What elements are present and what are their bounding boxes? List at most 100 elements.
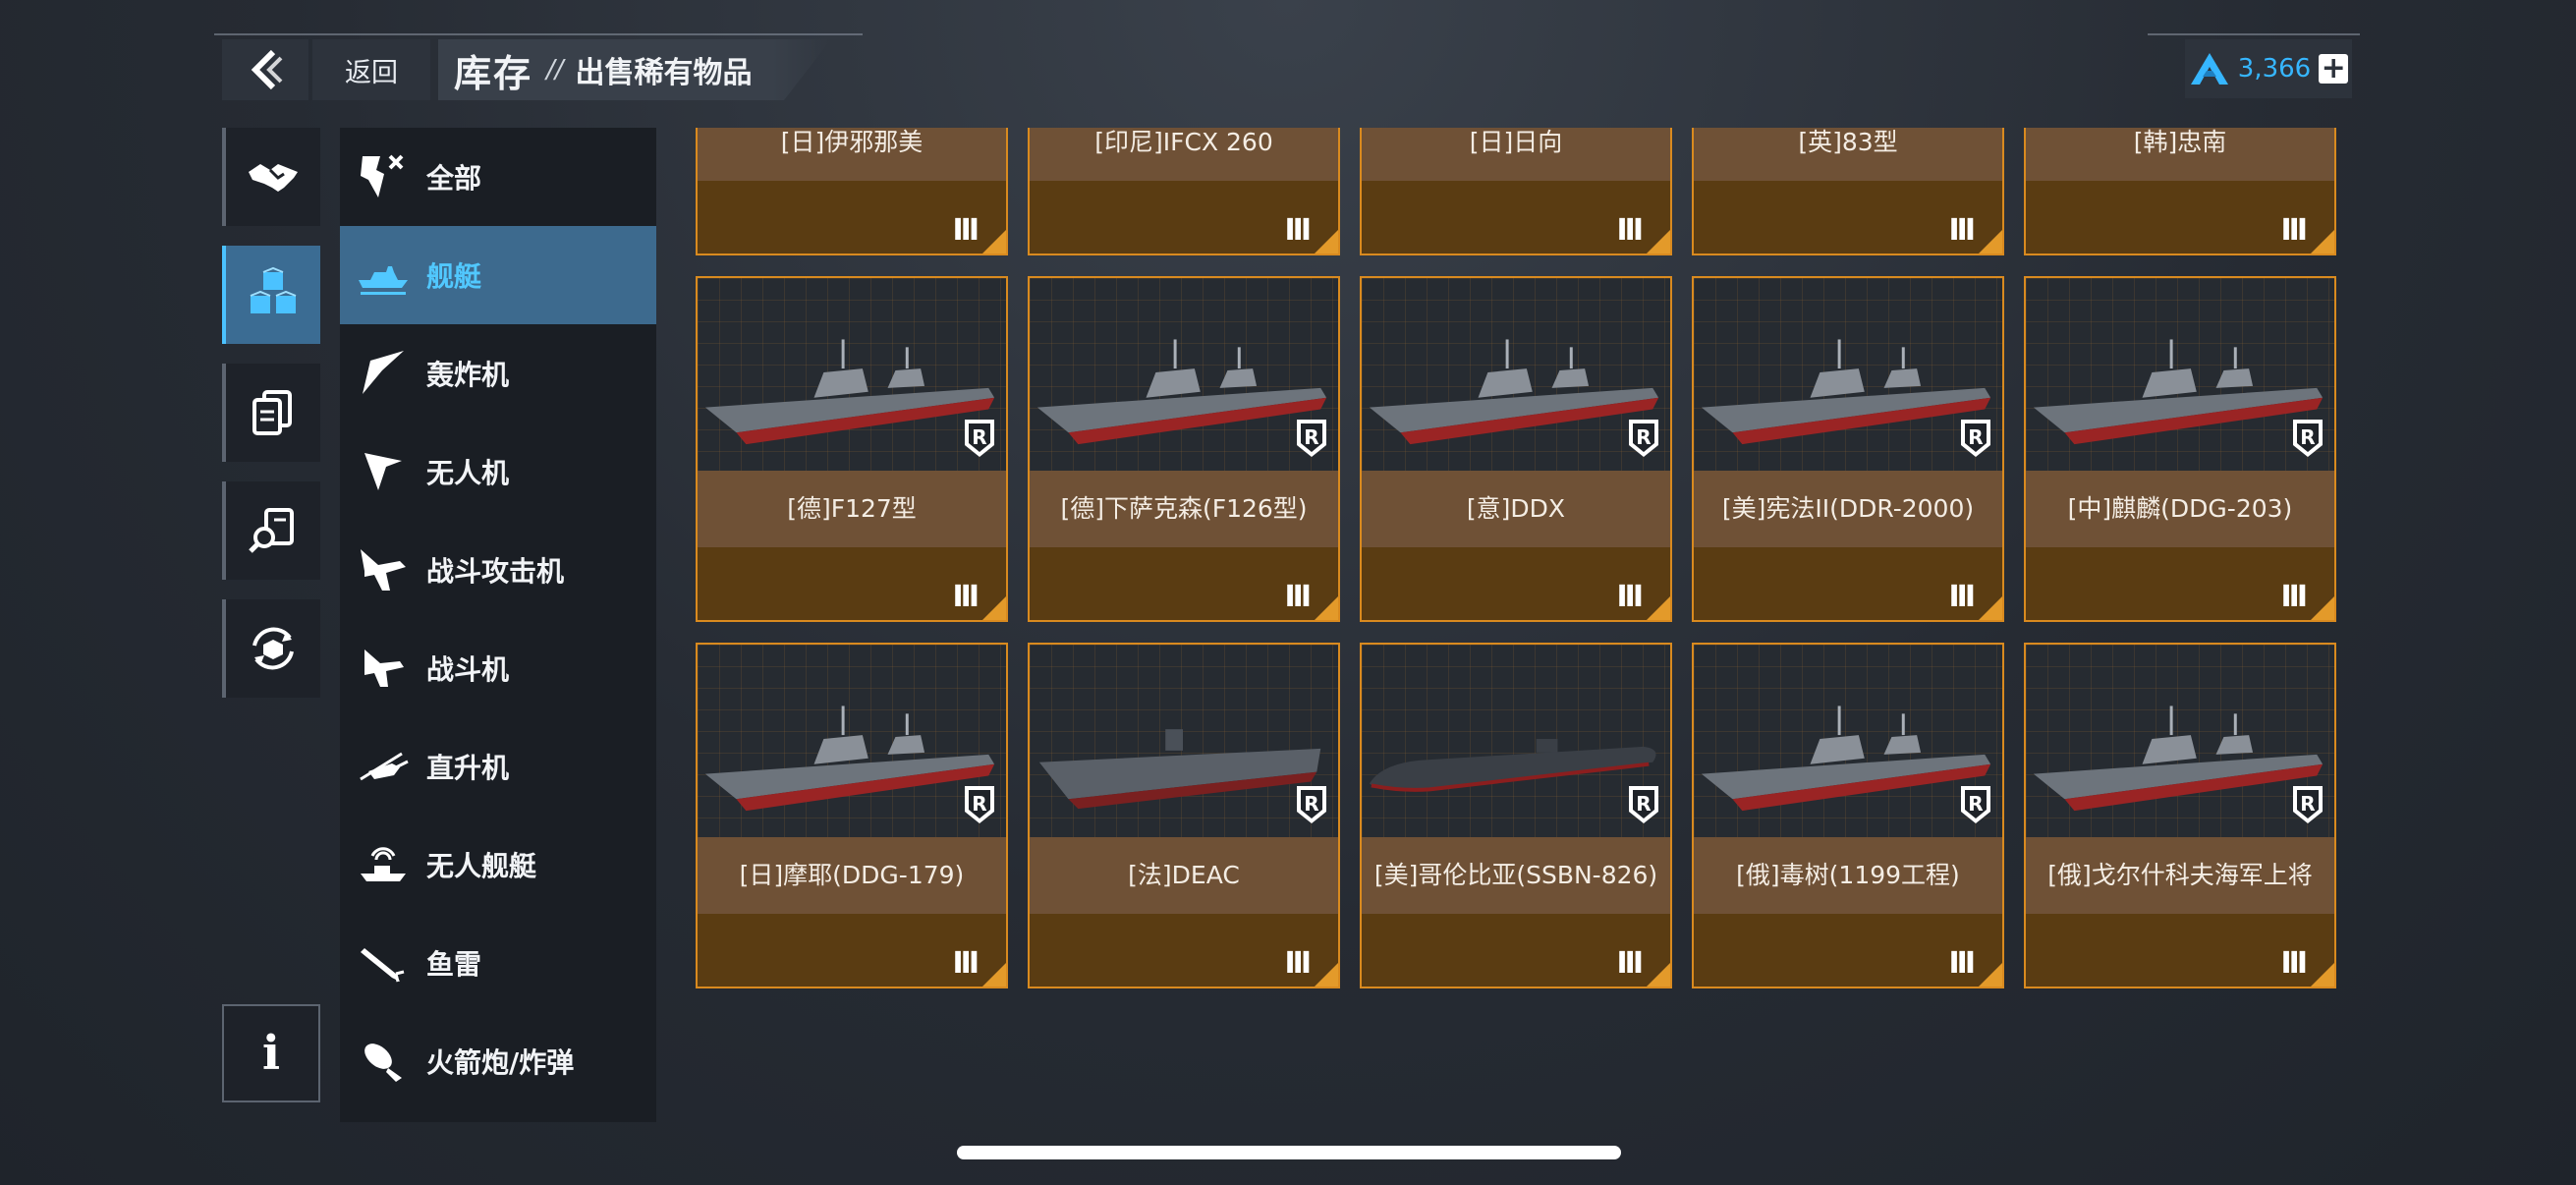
inventory-item-card[interactable]: R [德]下萨克森(F126型) III	[1028, 276, 1340, 622]
inventory-item-card[interactable]: R [日]摩耶(DDG-179) III	[696, 643, 1008, 988]
item-tier: III	[952, 580, 980, 614]
item-footer: III	[1694, 181, 2002, 254]
cubes-icon	[250, 266, 297, 313]
corner-accent	[979, 230, 1006, 254]
corner-accent	[1975, 596, 2002, 620]
corner-accent	[1311, 963, 1338, 987]
page-title-bar: 库存 // 出售稀有物品	[438, 39, 831, 100]
item-name: [美]宪法II(DDR-2000)	[1694, 471, 2002, 547]
item-image	[698, 278, 1006, 471]
category-attack-jets[interactable]: 战斗攻击机	[340, 521, 656, 619]
header-deco-line-left	[214, 33, 863, 35]
inventory-item-card[interactable]: R [意]DDX III	[1360, 276, 1672, 622]
header-deco-line-right	[2148, 33, 2360, 35]
item-tier: III	[1616, 213, 1644, 248]
category-all[interactable]: 全部	[340, 128, 656, 226]
category-helicopters[interactable]: 直升机	[340, 717, 656, 816]
bomb-icon	[354, 1032, 413, 1091]
inventory-item-card[interactable]: R [美]哥伦比亚(SSBN-826) III	[1360, 643, 1672, 988]
inventory-item-card[interactable]: R[韩]忠南III	[2024, 128, 2336, 255]
item-name: [日]摩耶(DDG-179)	[698, 837, 1006, 914]
unmanned-boat-icon	[354, 835, 413, 894]
inventory-item-card[interactable]: R [日]伊邪那美 III	[696, 128, 1008, 255]
rail-trade-button[interactable]	[222, 128, 320, 226]
ship-icon	[354, 246, 413, 305]
item-tier: III	[1616, 946, 1644, 981]
category-drones[interactable]: 无人机	[340, 423, 656, 521]
item-footer: III	[1362, 547, 1670, 620]
category-label: 轰炸机	[426, 359, 510, 391]
item-footer: III	[1362, 914, 1670, 987]
item-name: [法]DEAC	[1030, 837, 1338, 914]
svg-text:R: R	[1304, 425, 1318, 449]
item-tier: III	[1616, 580, 1644, 614]
rail-search-button[interactable]	[222, 481, 320, 580]
rail-cards-button[interactable]	[222, 364, 320, 462]
item-name: [意]DDX	[1362, 471, 1670, 547]
rail-inventory-button[interactable]	[222, 246, 320, 344]
svg-text:R: R	[1968, 425, 1983, 449]
svg-text:R: R	[1304, 792, 1318, 816]
currency-display: 3,366 +	[2185, 39, 2352, 98]
info-button[interactable]: i	[222, 1004, 320, 1102]
inventory-item-card[interactable]: R [俄]毒树(1199工程) III	[1692, 643, 2004, 988]
item-name: [俄]戈尔什科夫海军上将	[2026, 837, 2334, 914]
rarity-badge-icon: R	[965, 420, 994, 457]
inventory-item-card[interactable]: R [中]麒麟(DDG-203) III	[2024, 276, 2336, 622]
attack-jet-icon	[354, 540, 413, 599]
item-grid: R [日]伊邪那美 III R [印尼]IFCX 260 III R [日]日向 III R [英]…	[678, 128, 2358, 1071]
inventory-item-card[interactable]: R [德]F127型 III	[696, 276, 1008, 622]
all-icon	[354, 147, 413, 206]
inventory-item-card[interactable]: R [美]宪法II(DDR-2000) III	[1692, 276, 2004, 622]
item-name: [日]日向	[1362, 128, 1670, 181]
submarine-image	[1369, 739, 1656, 792]
category-rockets-bombs[interactable]: 火箭炮/炸弹	[340, 1012, 656, 1110]
carrier-image	[1038, 729, 1321, 810]
category-label: 鱼雷	[426, 948, 482, 981]
corner-accent	[1643, 963, 1670, 987]
item-image	[1362, 645, 1670, 837]
rarity-badge-icon: R	[1961, 786, 1990, 823]
item-footer: III	[698, 914, 1006, 987]
svg-text:R: R	[2300, 792, 2315, 816]
item-tier: III	[2280, 213, 2308, 248]
category-label: 战斗攻击机	[426, 555, 565, 588]
rarity-badge-icon: R	[965, 786, 994, 823]
bomber-icon	[354, 344, 413, 403]
category-fighters[interactable]: 战斗机	[340, 619, 656, 717]
category-torpedoes[interactable]: 鱼雷	[340, 914, 656, 1012]
cards-icon	[252, 390, 292, 435]
item-tier: III	[2280, 580, 2308, 614]
a-logo-icon	[2190, 53, 2228, 85]
item-footer: III	[1030, 914, 1338, 987]
inventory-screen: 返回 库存 // 出售稀有物品 3,366 + i 全部 舰艇 轰炸机 无人机 …	[0, 0, 2576, 1185]
item-footer: III	[2026, 181, 2334, 254]
category-unmanned-boats[interactable]: 无人舰艇	[340, 816, 656, 914]
rail-exchange-button[interactable]	[222, 599, 320, 698]
inventory-item-card[interactable]: R [印尼]IFCX 260 III	[1028, 128, 1340, 255]
item-tier: III	[1284, 946, 1312, 981]
inventory-item-card[interactable]: R [英]83型 III	[1692, 128, 2004, 255]
svg-text:R: R	[1636, 792, 1651, 816]
category-ships[interactable]: 舰艇	[340, 226, 656, 324]
item-name: [德]F127型	[698, 471, 1006, 547]
item-name: [韩]忠南	[2026, 128, 2334, 181]
inventory-item-card[interactable]: R [日]日向 III	[1360, 128, 1672, 255]
corner-accent	[2307, 230, 2334, 254]
plus-icon[interactable]: +	[2319, 54, 2349, 84]
rarity-badge-icon: R	[1297, 420, 1326, 457]
home-indicator[interactable]	[957, 1146, 1621, 1159]
corner-accent	[979, 963, 1006, 987]
category-bombers[interactable]: 轰炸机	[340, 324, 656, 423]
page-subtitle: 出售稀有物品	[575, 56, 753, 90]
inventory-item-card[interactable]: R [法]DEAC III	[1028, 643, 1340, 988]
svg-text:R: R	[1636, 425, 1651, 449]
back-button[interactable]	[222, 39, 308, 100]
item-name: [俄]毒树(1199工程)	[1694, 837, 2002, 914]
item-image	[2026, 278, 2334, 471]
back-label-button[interactable]: 返回	[312, 39, 430, 100]
category-label: 直升机	[426, 752, 510, 784]
item-image	[1362, 278, 1670, 471]
inventory-item-card[interactable]: R [俄]戈尔什科夫海军上将 III	[2024, 643, 2336, 988]
item-tier: III	[1284, 213, 1312, 248]
